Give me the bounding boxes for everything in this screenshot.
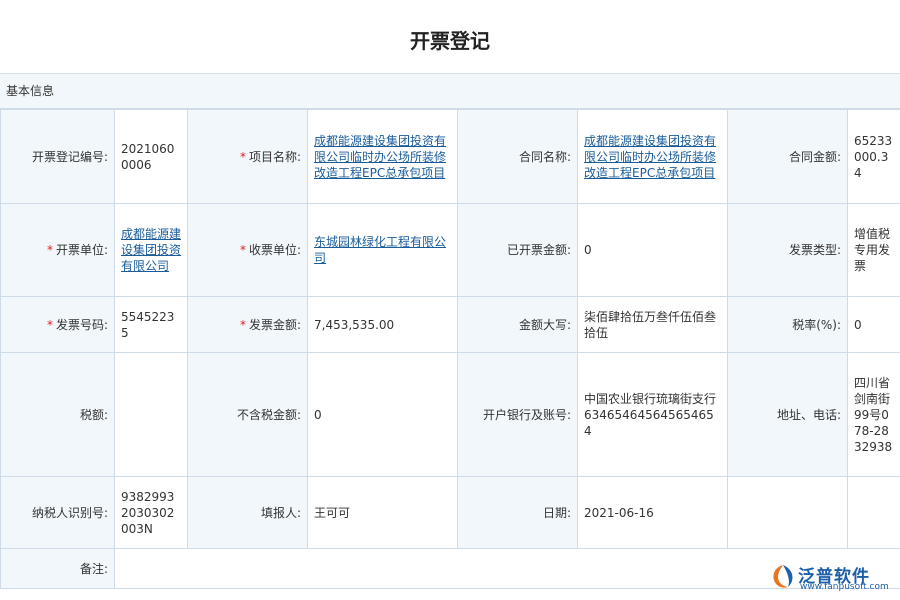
receiving-unit-label: * 收票单位: bbox=[187, 203, 308, 297]
invoice-reg-no-value: 20210600006 bbox=[114, 109, 188, 204]
invoice-no-label: * 发票号码: bbox=[0, 296, 115, 353]
amount-ex-tax-label: 不含税金额: bbox=[187, 352, 308, 477]
contract-name-label: 合同名称: bbox=[457, 109, 578, 204]
tax-rate-label: 税率(%): bbox=[727, 296, 848, 353]
tax-amount-value bbox=[114, 352, 188, 477]
bank-account-value: 中国农业银行琉璃街支行634654645645654654 bbox=[577, 352, 728, 477]
address-phone-value: 四川省剑南街99号078-2832938 bbox=[847, 352, 900, 477]
reporter-label: 填报人: bbox=[187, 476, 308, 549]
project-name-label: * 项目名称: bbox=[187, 109, 308, 204]
issuing-unit-label: * 开票单位: bbox=[0, 203, 115, 297]
contract-amount-label: 合同金额: bbox=[727, 109, 848, 204]
form-row: 备注: bbox=[0, 548, 900, 589]
tax-rate-value: 0 bbox=[847, 296, 900, 353]
issuing-unit-label-text: 开票单位: bbox=[55, 243, 108, 257]
invoiced-amount-value: 0 bbox=[577, 203, 728, 297]
invoice-form-table: 开票登记编号: 20210600006 * 项目名称: 成都能源建设集团投资有限公… bbox=[0, 109, 900, 589]
form-row: 开票登记编号: 20210600006 * 项目名称: 成都能源建设集团投资有限公… bbox=[0, 109, 900, 204]
contract-amount-value: 65233000.34 bbox=[847, 109, 900, 204]
required-mark: * bbox=[46, 317, 53, 332]
brand-logo: 泛普软件 www.fanpusoft.com bbox=[770, 560, 890, 594]
date-value: 2021-06-16 bbox=[577, 476, 728, 549]
bank-account-label: 开户银行及账号: bbox=[457, 352, 578, 477]
invoice-reg-no-label: 开票登记编号: bbox=[0, 109, 115, 204]
invoice-amount-label: * 发票金额: bbox=[187, 296, 308, 353]
issuing-unit-link[interactable]: 成都能源建设集团投资有限公司 bbox=[121, 227, 181, 273]
receiving-unit-cell: 东城园林绿化工程有限公司 bbox=[307, 203, 458, 297]
receiving-unit-label-text: 收票单位: bbox=[248, 243, 301, 257]
amount-upper-label: 金额大写: bbox=[457, 296, 578, 353]
invoice-type-label: 发票类型: bbox=[727, 203, 848, 297]
empty-cell bbox=[847, 476, 900, 549]
section-header-basic-info: 基本信息 bbox=[0, 73, 900, 109]
invoice-no-value: 55452235 bbox=[114, 296, 188, 353]
contract-name-link[interactable]: 成都能源建设集团投资有限公司临时办公场所装修改造工程EPC总承包项目 bbox=[584, 134, 716, 180]
issuing-unit-cell: 成都能源建设集团投资有限公司 bbox=[114, 203, 188, 297]
tax-amount-label: 税额: bbox=[0, 352, 115, 477]
address-phone-label: 地址、电话: bbox=[727, 352, 848, 477]
invoiced-amount-label: 已开票金额: bbox=[457, 203, 578, 297]
date-label: 日期: bbox=[457, 476, 578, 549]
receiving-unit-link[interactable]: 东城园林绿化工程有限公司 bbox=[314, 235, 446, 265]
logo-icon bbox=[773, 565, 793, 588]
invoice-amount-label-text: 发票金额: bbox=[248, 317, 301, 332]
invoice-type-value: 增值税专用发票 bbox=[847, 203, 900, 297]
amount-upper-value: 柒佰肆拾伍万叁仟伍佰叁拾伍 bbox=[577, 296, 728, 353]
required-mark: * bbox=[239, 149, 246, 164]
form-row: * 发票号码: 55452235 * 发票金额: 7,453,535.00 金额大写… bbox=[0, 296, 900, 353]
empty-cell bbox=[727, 476, 848, 549]
required-mark: * bbox=[46, 243, 53, 257]
project-name-cell: 成都能源建设集团投资有限公司临时办公场所装修改造工程EPC总承包项目 bbox=[307, 109, 458, 204]
project-name-link[interactable]: 成都能源建设集团投资有限公司临时办公场所装修改造工程EPC总承包项目 bbox=[314, 134, 446, 180]
form-row: 税额: 不含税金额: 0 开户银行及账号: 中国农业银行琉璃街支行6346546… bbox=[0, 352, 900, 477]
required-mark: * bbox=[239, 317, 246, 332]
invoice-amount-value: 7,453,535.00 bbox=[307, 296, 458, 353]
logo-url: www.fanpusoft.com bbox=[800, 582, 889, 592]
contract-name-cell: 成都能源建设集团投资有限公司临时办公场所装修改造工程EPC总承包项目 bbox=[577, 109, 728, 204]
reporter-value: 王可可 bbox=[307, 476, 458, 549]
page-title: 开票登记 bbox=[410, 29, 490, 53]
form-row: * 开票单位: 成都能源建设集团投资有限公司 * 收票单位: 东城园林绿化工程有限公… bbox=[0, 203, 900, 297]
remark-label: 备注: bbox=[0, 548, 115, 589]
taxpayer-id-label: 纳税人识别号: bbox=[0, 476, 115, 549]
form-row: 纳税人识别号: 93829932030302003N 填报人: 王可可 日期: … bbox=[0, 476, 900, 549]
amount-ex-tax-value: 0 bbox=[307, 352, 458, 477]
required-mark: * bbox=[239, 243, 246, 257]
invoice-no-label-text: 发票号码: bbox=[55, 317, 108, 332]
taxpayer-id-value: 93829932030302003N bbox=[114, 476, 188, 549]
project-name-label-text: 项目名称: bbox=[248, 149, 301, 164]
